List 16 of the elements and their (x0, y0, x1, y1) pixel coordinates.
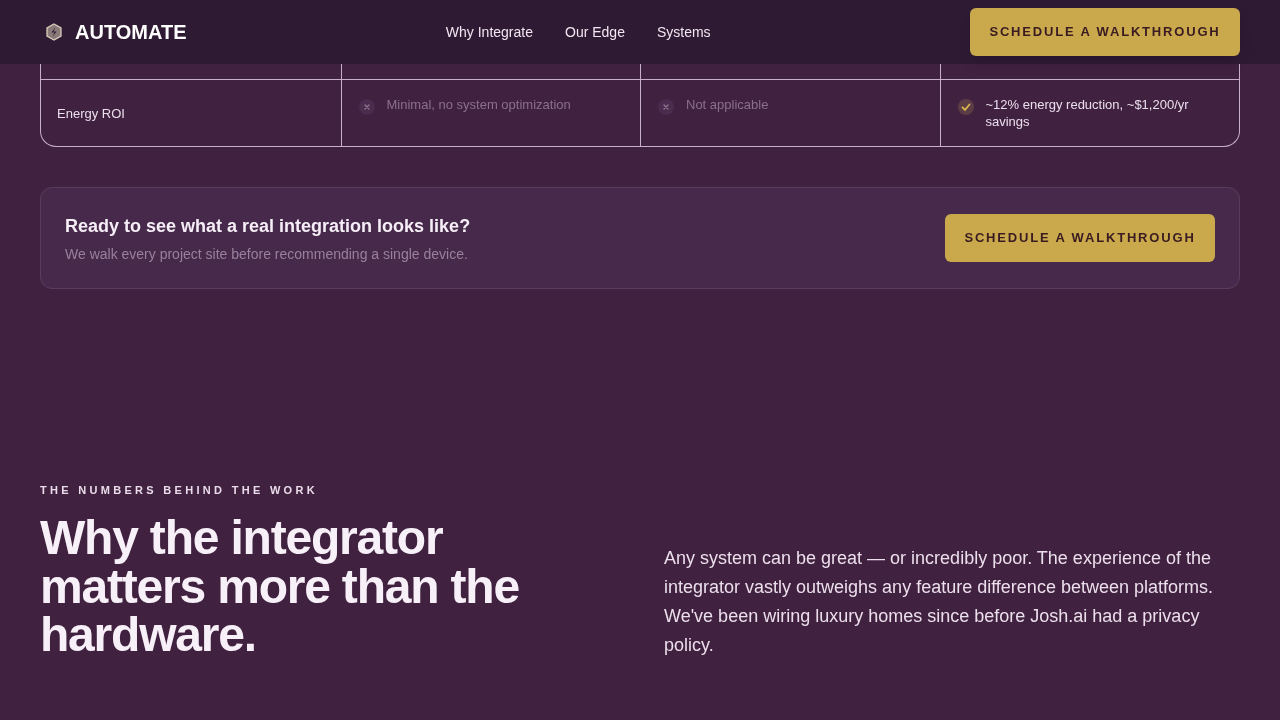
section-eyebrow: THE NUMBERS BEHIND THE WORK (40, 483, 319, 498)
cta-title: Ready to see what a real integration looks like? (65, 215, 471, 238)
nav-link[interactable]: Why Integrate (445, 21, 533, 43)
nav-link[interactable]: Systems (656, 21, 711, 43)
section-heading: Why the integrator matters more than the hardware. (40, 514, 520, 660)
row-label: Energy ROI (57, 104, 125, 122)
cell-text: Not applicable (686, 96, 769, 113)
cta-subtitle: We walk every project site before recommending a single device. (65, 245, 469, 264)
cell-text: ~12% energy reduction, ~$1,200/yr savings (985, 96, 1190, 130)
cell-text: Minimal, no system optimization (386, 96, 571, 113)
section-paragraph: Any system can be great — or incredibly poor. The experience of the integrator vastly outweighs any feature difference between platforms. We've been wiring luxury homes since before Josh.ai had a privacy policy. (664, 546, 1214, 657)
hexagon-logo-icon[interactable] (45, 23, 63, 41)
schedule-walkthrough-button[interactable]: SCHEDULE A WALKTHROUGH (945, 214, 1215, 262)
brand-logo-text[interactable]: AUTOMATE (75, 22, 187, 42)
nav-link[interactable]: Our Edge (565, 21, 625, 43)
schedule-walkthrough-button[interactable]: SCHEDULE A WALKTHROUGH (970, 8, 1240, 56)
